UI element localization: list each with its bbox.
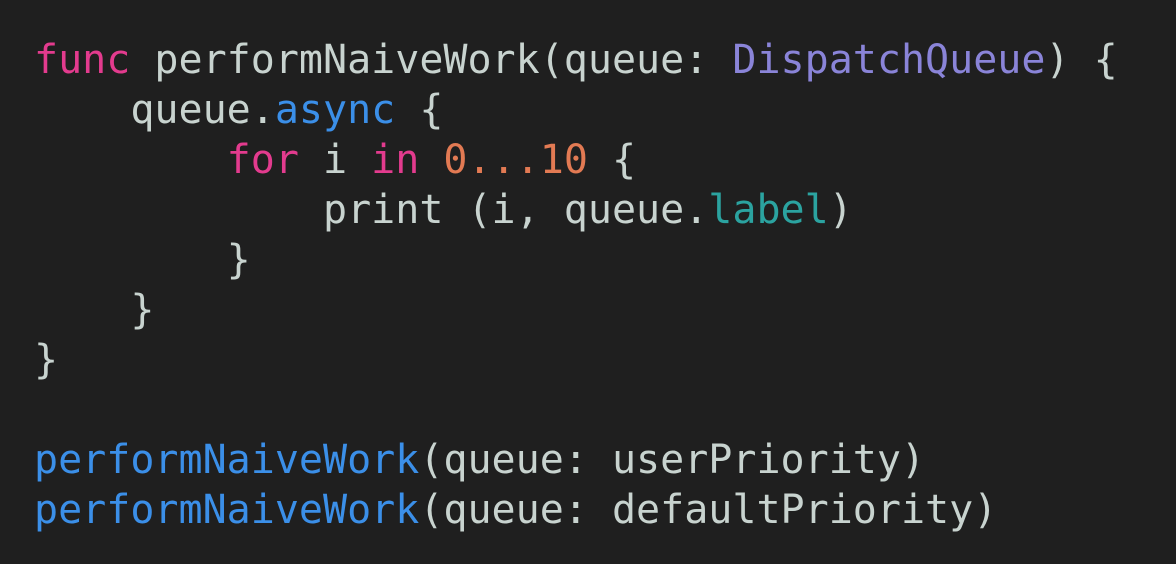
- code-editor: func performNaiveWork(queue: DispatchQue…: [0, 0, 1176, 564]
- code-block[interactable]: func performNaiveWork(queue: DispatchQue…: [34, 35, 1118, 535]
- code-token-method: performNaiveWork: [34, 437, 420, 483]
- code-token-keyword: for: [226, 137, 299, 183]
- code-token-plain: (queue: userPriority): [419, 437, 926, 483]
- code-line: performNaiveWork(queue: defaultPriority): [34, 485, 1118, 535]
- code-line: print (i, queue.label): [34, 185, 1118, 235]
- code-token-plain: performNaiveWork(queue:: [130, 37, 733, 83]
- code-token-plain: ): [828, 187, 853, 233]
- code-token-plain: (queue: defaultPriority): [419, 487, 998, 533]
- code-line: func performNaiveWork(queue: DispatchQue…: [34, 35, 1118, 85]
- code-token-property: label: [708, 187, 829, 233]
- code-token-method: performNaiveWork: [34, 487, 420, 533]
- code-token-plain: ) {: [1045, 37, 1118, 83]
- code-token-plain: print (i, queue.: [322, 187, 709, 233]
- code-line: performNaiveWork(queue: userPriority): [34, 435, 1118, 485]
- code-token-number: 0...10: [443, 137, 588, 183]
- code-token-method: async: [274, 87, 396, 133]
- code-line: queue.async {: [34, 85, 1118, 135]
- code-token-keyword: in: [371, 137, 420, 183]
- code-token-plain: queue.: [130, 87, 275, 133]
- code-token-plain: }: [226, 237, 251, 283]
- code-token-keyword: func: [34, 37, 131, 83]
- code-line: }: [34, 235, 1118, 285]
- code-token-plain: {: [395, 87, 444, 133]
- code-line: }: [34, 335, 1118, 385]
- code-token-plain: }: [130, 287, 155, 333]
- code-line: for i in 0...10 {: [34, 135, 1118, 185]
- code-token-type: DispatchQueue: [732, 37, 1046, 83]
- code-token-plain: {: [587, 137, 637, 183]
- code-line: }: [34, 285, 1118, 335]
- code-token-plain: i: [298, 137, 372, 183]
- code-token-plain: }: [34, 337, 59, 383]
